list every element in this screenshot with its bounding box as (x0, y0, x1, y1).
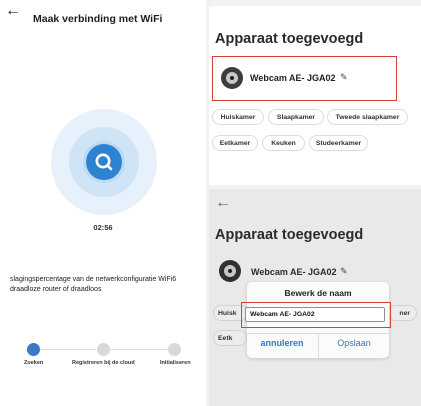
search-button[interactable] (86, 144, 122, 180)
cancel-button[interactable]: annuleren (247, 338, 317, 348)
save-button[interactable]: Opslaan (319, 338, 389, 348)
device-name: Webcam AE- JGA02 (250, 73, 336, 83)
rename-dialog: Bewerk de naam annuleren Opslaan (241, 282, 391, 358)
config-description: slagingspercentage van de netwerkconfigu… (10, 276, 177, 293)
page-title: Apparaat toegevoegd (215, 31, 364, 47)
device-row[interactable]: Webcam AE- JGA02 ✎ (212, 56, 397, 101)
room-chip-eetkamer[interactable]: Eetkamer (212, 135, 258, 151)
countdown-timer: 02:56 (93, 223, 113, 232)
progress-line (110, 349, 172, 350)
room-chip-studeerkamer[interactable]: Studeerkamer (309, 135, 368, 151)
room-chip-tweede-slaapkamer[interactable]: ner (387, 305, 417, 321)
back-arrow-icon[interactable]: ← (215, 195, 231, 211)
device-name-input[interactable] (245, 307, 385, 322)
search-icon (95, 153, 113, 171)
back-arrow-icon[interactable]: ← (5, 3, 21, 19)
dialog-title: Bewerk de naam (284, 288, 352, 298)
edit-pencil-icon[interactable]: ✎ (340, 266, 348, 277)
wifi-connect-screen: ← Maak verbinding met WiFi 02:56 slaging… (0, 0, 206, 406)
page-title: Apparaat toegevoegd (215, 227, 364, 243)
room-chip-huiskamer[interactable]: Huiskamer (212, 109, 264, 125)
webcam-icon (219, 260, 241, 282)
edit-pencil-icon[interactable]: ✎ (340, 72, 348, 83)
step-label-search: Zoeken (24, 360, 44, 366)
edit-name-screen: ← Apparaat toegevoegd Webcam AE- JGA02 ✎… (209, 189, 421, 406)
room-chip-slaapkamer[interactable]: Slaapkamer (268, 109, 324, 125)
step-init-icon (168, 343, 181, 356)
progress-line (40, 349, 96, 350)
room-chip-eetkamer[interactable]: Eetk (213, 330, 247, 346)
device-added-screen: Apparaat toegevoegd Webcam AE- JGA02 ✎ H… (209, 6, 421, 185)
step-cloud-icon (97, 343, 110, 356)
step-label-cloud: Registreren bij de cloud (72, 360, 135, 366)
room-chip-keuken[interactable]: Keuken (262, 135, 305, 151)
step-search-icon (27, 343, 40, 356)
page-title: Maak verbinding met WiFi (33, 13, 163, 25)
webcam-icon (221, 67, 243, 89)
device-name: Webcam AE- JGA02 (251, 267, 337, 277)
step-label-init: Initialiseren (160, 360, 191, 366)
room-chip-tweede-slaapkamer[interactable]: Tweede slaapkamer (327, 109, 408, 125)
